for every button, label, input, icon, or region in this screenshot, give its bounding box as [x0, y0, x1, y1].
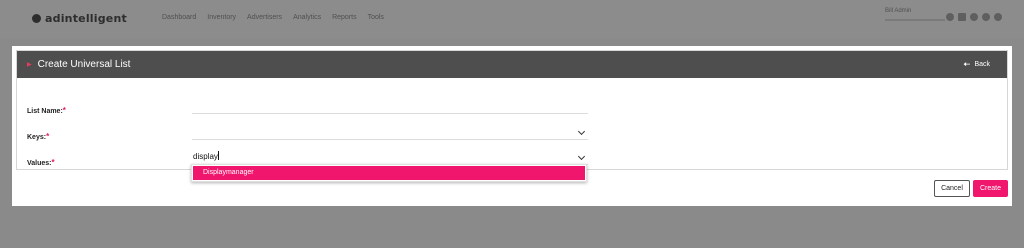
values-label: Values:: [27, 160, 52, 167]
logo-text: adintelligent: [45, 11, 127, 25]
page-title: Create Universal List: [37, 59, 131, 70]
values-dropdown-menu: Displaymanager: [191, 164, 587, 182]
dropdown-caret-icon[interactable]: [946, 13, 954, 21]
user-name: Bill Admin: [885, 8, 912, 14]
values-typed-text: display: [193, 152, 218, 161]
nav-item-reports[interactable]: Reports: [332, 14, 357, 21]
cancel-button[interactable]: Cancel: [934, 180, 970, 197]
settings-icon[interactable]: [994, 13, 1002, 21]
back-label: Back: [974, 61, 990, 68]
user-menu[interactable]: Bill Admin: [885, 8, 945, 21]
list-name-row: List Name:*: [27, 100, 66, 115]
text-cursor: [217, 151, 219, 160]
logo-mark-icon: [32, 13, 41, 23]
list-name-label: List Name:: [27, 108, 63, 115]
values-row: Values:*: [27, 152, 55, 167]
panel-header: ▶ Create Universal List 🠤 Back: [17, 51, 1007, 78]
chevron-down-icon: [577, 127, 586, 136]
nav-item-inventory[interactable]: Inventory: [207, 14, 236, 21]
keys-label: Keys:: [27, 134, 47, 141]
create-button[interactable]: Create: [973, 180, 1008, 197]
dropdown-option-displaymanager[interactable]: Displaymanager: [193, 166, 585, 180]
keys-select[interactable]: [192, 127, 588, 140]
create-universal-list-modal: ▶ Create Universal List 🠤 Back List Name…: [12, 46, 1012, 206]
required-marker: *: [62, 106, 66, 115]
nav-item-dashboard[interactable]: Dashboard: [162, 14, 196, 21]
values-input-text: display: [193, 151, 219, 161]
top-navigation-bar: adintelligent Dashboard Inventory Advert…: [0, 0, 1024, 38]
keys-row: Keys:*: [27, 126, 50, 141]
help-icon[interactable]: [982, 13, 990, 21]
nav-item-analytics[interactable]: Analytics: [293, 14, 321, 21]
back-arrow-icon: 🠤: [963, 59, 971, 69]
top-icon-group: [946, 13, 1002, 21]
main-nav: Dashboard Inventory Advertisers Analytic…: [162, 14, 384, 21]
dropdown-option-label: Displaymanager: [203, 169, 254, 176]
header-caret-icon: ▶: [27, 62, 32, 68]
chevron-down-icon: [577, 152, 586, 161]
app-logo[interactable]: adintelligent: [32, 11, 127, 25]
back-button[interactable]: 🠤 Back: [963, 60, 990, 69]
form-panel: ▶ Create Universal List 🠤 Back List Name…: [16, 50, 1008, 170]
apps-icon[interactable]: [958, 13, 966, 21]
required-marker: *: [46, 132, 50, 141]
user-subline: [885, 19, 945, 21]
notifications-icon[interactable]: [970, 13, 978, 21]
list-name-input[interactable]: [192, 101, 588, 114]
nav-item-advertisers[interactable]: Advertisers: [247, 14, 282, 21]
nav-item-tools[interactable]: Tools: [368, 14, 384, 21]
required-marker: *: [51, 158, 55, 167]
